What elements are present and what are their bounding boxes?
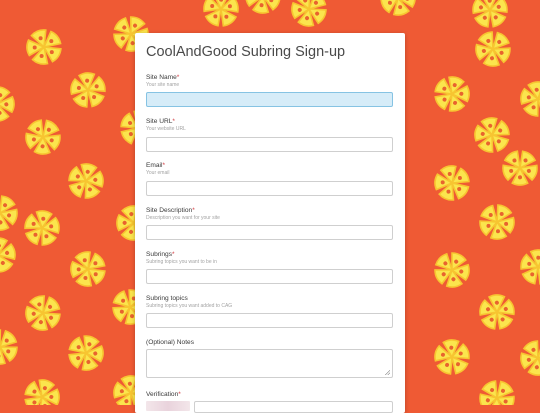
verification-field: Verification* — [146, 391, 393, 399]
pizza-slices-icon — [469, 112, 515, 158]
captcha-image — [146, 401, 190, 411]
signup-form-card: CoolAndGood Subring Sign-up Site Name* Y… — [135, 33, 405, 413]
pizza-slices-icon — [0, 327, 20, 368]
email-sublabel: Your email — [146, 170, 393, 177]
site-url-field: Site URL* Your website URL — [146, 118, 393, 133]
pizza-slices-icon — [67, 69, 109, 111]
pizza-slices-icon — [21, 115, 66, 160]
email-input[interactable] — [146, 181, 393, 196]
required-marker: * — [172, 118, 175, 125]
notes-textarea[interactable] — [146, 349, 393, 378]
pizza-slices-icon — [515, 335, 540, 380]
site-url-label: Site URL* — [146, 118, 393, 126]
form-title: CoolAndGood Subring Sign-up — [146, 44, 345, 60]
required-marker: * — [177, 74, 180, 81]
site-name-label: Site Name* — [146, 74, 393, 82]
pizza-slices-icon — [27, 30, 61, 64]
subrings-input[interactable] — [146, 269, 393, 284]
pizza-slices-icon — [430, 72, 473, 115]
email-label: Email* — [146, 162, 393, 170]
subrings-sublabel: Subring topics you want to be in — [146, 259, 393, 266]
required-marker: * — [178, 391, 181, 398]
pizza-slices-icon — [0, 189, 24, 236]
pizza-slices-icon — [473, 289, 520, 336]
pizza-slices-icon — [285, 0, 333, 33]
pizza-slices-icon — [470, 26, 516, 72]
verification-label: Verification* — [146, 391, 393, 399]
pizza-slices-icon — [243, 0, 283, 16]
pizza-slices-icon — [466, 0, 513, 34]
pizza-slices-icon — [379, 0, 417, 17]
pizza-slices-icon — [479, 204, 515, 240]
verification-input[interactable] — [194, 401, 393, 413]
subring-topics-field: Subring topics Subring topics you want a… — [146, 295, 393, 310]
subrings-label: Subrings* — [146, 251, 393, 259]
pizza-slices-icon — [475, 375, 520, 405]
pizza-slices-icon — [63, 330, 109, 376]
notes-field: (Optional) Notes — [146, 339, 393, 347]
subring-topics-sublabel: Subring topics you want added to CAG — [146, 303, 393, 310]
resize-grip-icon[interactable] — [385, 370, 390, 375]
pizza-slices-icon — [499, 147, 540, 189]
pizza-slices-icon — [432, 163, 472, 203]
required-marker: * — [192, 207, 195, 214]
pizza-slices-icon — [203, 0, 239, 27]
pizza-slices-icon — [0, 231, 22, 279]
required-marker: * — [163, 162, 166, 169]
site-description-label: Site Description* — [146, 207, 393, 215]
pizza-slices-icon — [23, 209, 61, 247]
site-name-sublabel: Your site name — [146, 82, 393, 89]
notes-label: (Optional) Notes — [146, 339, 393, 347]
pizza-slices-icon — [0, 81, 20, 128]
site-description-input[interactable] — [146, 225, 393, 240]
pizza-slices-icon — [63, 158, 110, 205]
site-name-field: Site Name* Your site name — [146, 74, 393, 89]
subrings-field: Subrings* Subring topics you want to be … — [146, 251, 393, 266]
site-url-input[interactable] — [146, 137, 393, 152]
site-url-sublabel: Your website URL — [146, 126, 393, 133]
site-name-input[interactable] — [146, 92, 393, 107]
site-description-sublabel: Description you want for your site — [146, 215, 393, 222]
pizza-slices-icon — [520, 249, 540, 286]
pizza-slices-icon — [428, 246, 476, 294]
pizza-slices-icon — [19, 289, 67, 337]
pizza-slices-icon — [71, 252, 105, 287]
subring-topics-input[interactable] — [146, 313, 393, 328]
pizza-slices-icon — [20, 375, 64, 405]
required-marker: * — [172, 251, 175, 258]
email-field: Email* Your email — [146, 162, 393, 177]
pizza-slices-icon — [516, 77, 540, 121]
subring-topics-label: Subring topics — [146, 295, 393, 303]
site-description-field: Site Description* Description you want f… — [146, 207, 393, 222]
pizza-slices-icon — [431, 336, 473, 378]
